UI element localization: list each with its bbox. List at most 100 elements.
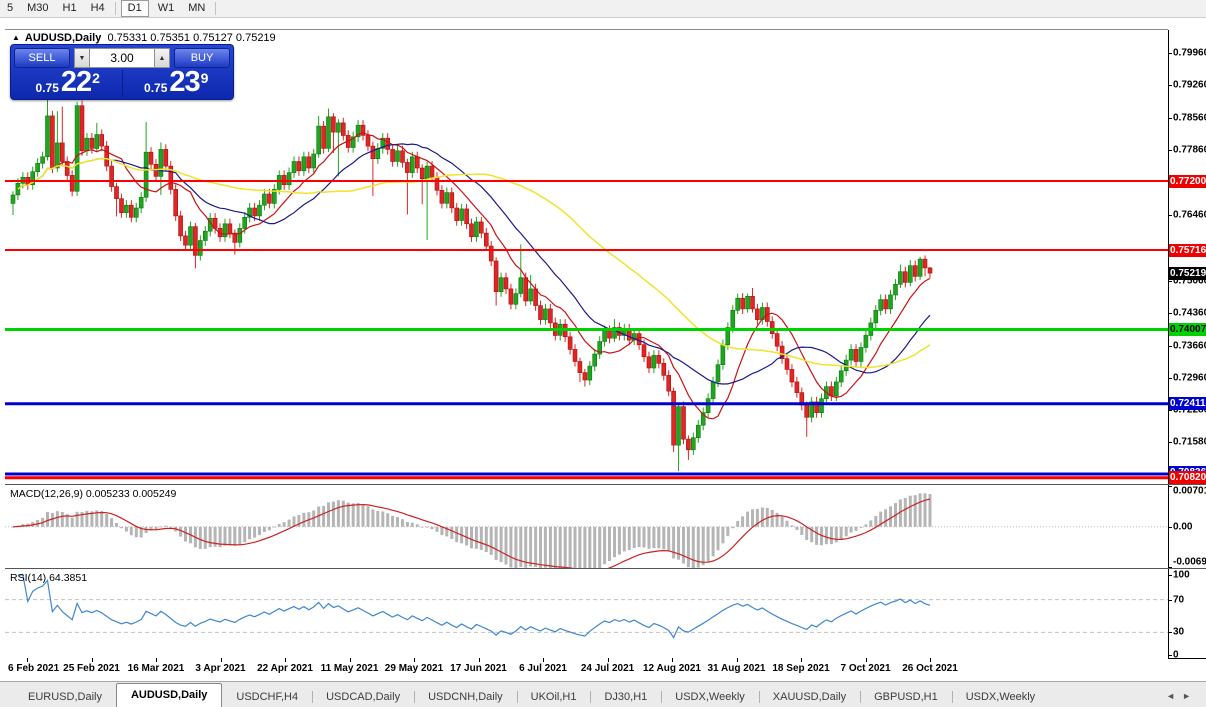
- rsi-axis-tick: [1168, 575, 1172, 576]
- price-axis-tick: [1168, 313, 1172, 315]
- macd-axis-tick: [1168, 526, 1172, 528]
- tab-dj30-h1[interactable]: DJ30,H1: [590, 687, 661, 707]
- date-axis-tick: [801, 658, 802, 662]
- price-axis-line: [1168, 30, 1169, 658]
- macd-histogram-layer: [11, 493, 932, 568]
- date-axis-tick: [672, 658, 673, 662]
- trading-terminal-window: 5 M30 H1 H4 D1 W1 MN ▲ AUDUSD,Daily 0.75331 0.7…: [0, 0, 1206, 707]
- tab-xauusd-daily[interactable]: XAUUSD,Daily: [758, 687, 860, 707]
- sell-price-pip: 2: [92, 70, 100, 86]
- rsi-line: [17, 574, 931, 639]
- tab-usdcad-daily[interactable]: USDCAD,Daily: [312, 687, 414, 707]
- timeframe-button-5[interactable]: 5: [0, 0, 20, 17]
- price-axis-tick: [1168, 215, 1172, 217]
- date-axis-label: 18 Sep 2021: [772, 663, 830, 674]
- collapse-arrow-icon[interactable]: ▲: [12, 33, 20, 42]
- price-axis-label: 0.78560: [1173, 112, 1206, 124]
- date-axis-tick: [156, 658, 157, 662]
- chart-symbol-label: AUDUSD,Daily: [24, 32, 102, 44]
- price-axis-label: 0.74360: [1173, 307, 1206, 319]
- date-axis-tick: [543, 658, 544, 662]
- price-axis-tick: [1168, 150, 1172, 152]
- price-axis-label: 0.79260: [1173, 79, 1206, 91]
- date-axis-tick: [478, 658, 480, 662]
- volume-increase-button[interactable]: ▲: [154, 48, 170, 68]
- date-axis-label: 31 Aug 2021: [707, 663, 766, 674]
- rsi-axis-label: 70: [1173, 594, 1185, 606]
- price-axis-label: 0.79960: [1173, 47, 1206, 59]
- price-axis-label: 0.76460: [1173, 209, 1206, 221]
- tab-scroll-arrows[interactable]: ◄►: [1166, 691, 1198, 701]
- buy-button[interactable]: BUY: [174, 48, 230, 68]
- tab-usdx-weekly[interactable]: USDX,Weekly: [951, 687, 1049, 707]
- macd-axis-label: 0.007015: [1173, 485, 1206, 497]
- chevron-up-icon: ▲: [158, 55, 166, 62]
- date-axis-tick: [285, 658, 286, 662]
- macd-label: MACD(12,26,9) 0.005233 0.005249: [10, 488, 177, 500]
- rsi-axis-label: 0: [1173, 649, 1179, 661]
- date-axis-tick: [220, 658, 222, 662]
- volume-input[interactable]: 3.00: [90, 48, 154, 68]
- toolbar-separator: [114, 2, 116, 15]
- tab-usdx-weekly[interactable]: USDX,Weekly: [661, 687, 758, 707]
- date-axis-tick: [736, 658, 738, 662]
- macd-indicator-panel[interactable]: [5, 485, 1168, 568]
- date-axis-label: 26 Oct 2021: [902, 663, 958, 674]
- price-axis-tick: [1168, 280, 1172, 282]
- date-axis-label: 6 Jul 2021: [519, 663, 567, 674]
- tab-gbpusd-h1[interactable]: GBPUSD,H1: [860, 687, 952, 707]
- rsi-axis-label: 30: [1173, 626, 1185, 638]
- chart-tab-bar: EURUSD,Daily AUDUSD,Daily USDCHF,H4 USDCAD,…: [0, 681, 1206, 707]
- date-axis-label: 12 Aug 2021: [643, 663, 701, 674]
- timeframe-button-mn[interactable]: MN: [181, 0, 212, 17]
- timeframe-button-m30[interactable]: M30: [20, 0, 55, 17]
- sell-price-prefix: 0.75: [35, 81, 59, 95]
- date-axis-label: 22 Apr 2021: [257, 663, 313, 674]
- tab-eurusd-daily[interactable]: EURUSD,Daily: [14, 687, 116, 707]
- rsi-axis-tick: [1168, 655, 1172, 656]
- price-axis-label: 0.77860: [1173, 144, 1206, 156]
- date-axis-tick: [349, 658, 351, 662]
- volume-decrease-button[interactable]: ▼: [74, 48, 90, 68]
- price-axis-tick: [1168, 52, 1172, 54]
- price-axis-label: 0.73660: [1173, 340, 1206, 352]
- tab-ukoil-h1[interactable]: UKOil,H1: [516, 687, 591, 707]
- chart-ohlc-values: 0.75331 0.75351 0.75127 0.75219: [107, 32, 276, 44]
- chevron-down-icon: ▼: [78, 55, 86, 62]
- price-badge-0.75716: 0.75716: [1169, 243, 1206, 257]
- macd-axis-label: -0.00692: [1173, 556, 1206, 568]
- timeframe-button-d1[interactable]: D1: [120, 0, 149, 17]
- timeframe-button-w1[interactable]: W1: [151, 0, 182, 17]
- price-axis-tick: [1168, 378, 1172, 380]
- date-axis-label: 17 Jun 2021: [450, 663, 507, 674]
- price-badge-0.72411: 0.72411: [1169, 397, 1206, 411]
- buy-price-display[interactable]: 0.75 23 9: [123, 68, 231, 97]
- price-axis-tick: [1168, 442, 1172, 444]
- rsi-axis-tick: [1168, 632, 1172, 634]
- date-axis-label: 24 Jul 2021: [580, 663, 635, 674]
- date-axis-tick: [27, 658, 28, 662]
- rsi-label: RSI(14) 64.3851: [10, 572, 88, 584]
- timeframe-button-h4[interactable]: H4: [84, 0, 112, 17]
- tab-audusd-daily[interactable]: AUDUSD,Daily: [115, 683, 223, 707]
- tab-usdchf-h4[interactable]: USDCHF,H4: [222, 687, 312, 707]
- candles-layer: [10, 99, 933, 472]
- date-axis-tick: [414, 658, 415, 662]
- price-axis-tick: [1168, 117, 1172, 119]
- price-badge-0.77200: 0.77200: [1169, 174, 1206, 188]
- tab-usdcnh-daily[interactable]: USDCNH,Daily: [414, 687, 517, 707]
- rsi-axis-label: 100: [1173, 569, 1190, 581]
- price-axis-tick: [1168, 85, 1172, 87]
- macd-axis-tick: [1168, 486, 1172, 487]
- chart-title: ▲ AUDUSD,Daily 0.75331 0.75351 0.75127 0.…: [12, 32, 276, 44]
- date-axis-tick: [865, 658, 867, 662]
- price-badge-0.70820: 0.70820: [1169, 471, 1206, 485]
- price-badge-0.75219: 0.75219: [1169, 266, 1206, 280]
- price-axis-label: 0.71580: [1173, 436, 1206, 448]
- timeframe-button-h1[interactable]: H1: [56, 0, 84, 17]
- date-axis-tick: [607, 658, 609, 662]
- sell-button[interactable]: SELL: [14, 48, 70, 68]
- sell-price-display[interactable]: 0.75 22 2: [14, 68, 123, 97]
- rsi-indicator-panel[interactable]: [5, 569, 1168, 658]
- date-axis[interactable]: 6 Feb 2021 25 Feb 2021 16 Mar 2021 3 Apr 20…: [5, 658, 1168, 680]
